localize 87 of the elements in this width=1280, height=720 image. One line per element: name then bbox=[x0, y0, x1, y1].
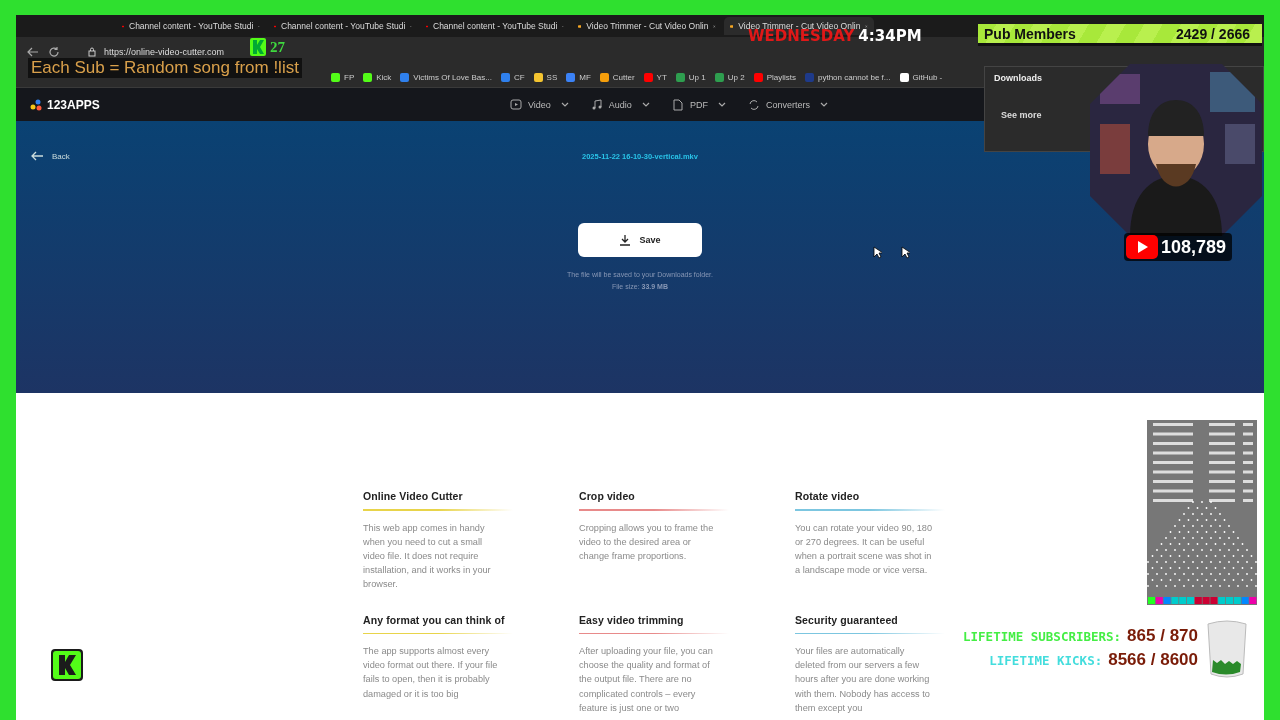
favicon-icon bbox=[899, 72, 909, 82]
favicon-icon bbox=[714, 72, 724, 82]
kick-count: 27 bbox=[270, 38, 285, 56]
bookmark[interactable]: Up 1 bbox=[675, 72, 706, 82]
bookmark[interactable]: Up 2 bbox=[714, 72, 745, 82]
favicon-icon bbox=[753, 72, 763, 82]
tab-title: Channel content - YouTube Studi bbox=[281, 21, 406, 31]
bookmark[interactable]: Victims Of Love Bas... bbox=[400, 72, 492, 82]
close-icon bbox=[713, 22, 716, 30]
feature-description: Cropping allows you to frame the video to the desired area or change frame proportions. bbox=[579, 521, 715, 563]
favicon-icon bbox=[566, 72, 576, 82]
bookmark[interactable]: YT bbox=[643, 72, 667, 82]
download-icon bbox=[619, 234, 632, 246]
favicon-icon bbox=[500, 72, 510, 82]
bookmark[interactable]: Cutter bbox=[599, 72, 635, 82]
nav-menu[interactable]: PDF bbox=[671, 98, 726, 111]
nav-icon bbox=[590, 98, 603, 111]
favicon-icon bbox=[533, 72, 543, 82]
feature-title: Rotate video bbox=[795, 490, 861, 502]
caret-icon bbox=[560, 101, 569, 108]
feature-description: The app supports almost every video format out there. If your file fails to open, then it is probably damaged or it is too big bbox=[363, 645, 499, 701]
tip-jar-icon bbox=[1205, 620, 1249, 678]
tab-title: Channel content - YouTube Studi bbox=[129, 21, 254, 31]
bookmark[interactable]: MF bbox=[566, 72, 591, 82]
counter-label: LIFETIME SUBSCRIBERS: bbox=[963, 628, 1122, 644]
bookmark[interactable]: SS bbox=[533, 72, 558, 82]
address-bar-url[interactable]: https://online-video-cutter.com bbox=[104, 47, 225, 57]
browser-tab[interactable]: Channel content - YouTube Studi bbox=[420, 17, 570, 35]
bookmark[interactable]: Kick bbox=[363, 72, 392, 82]
nav-icon bbox=[671, 98, 684, 111]
favicon-icon bbox=[599, 72, 609, 82]
overlay-banner: Each Sub = Random song from !list bbox=[28, 58, 302, 78]
caret-icon bbox=[641, 101, 650, 108]
save-button[interactable]: Save bbox=[578, 223, 702, 257]
bookmark[interactable]: Playlists bbox=[753, 72, 796, 82]
caret-icon bbox=[717, 101, 726, 108]
caret-icon bbox=[819, 101, 828, 108]
bookmark[interactable]: GitHub - bbox=[899, 72, 943, 82]
counter-value: 865 / 870 bbox=[1127, 626, 1198, 646]
kick-logo-icon bbox=[250, 38, 266, 56]
site-logo[interactable]: 123APPS bbox=[47, 97, 100, 112]
cursor-icon bbox=[901, 246, 910, 259]
counter-value: 8566 / 8600 bbox=[1108, 650, 1198, 670]
back-link[interactable]: Back bbox=[30, 151, 70, 161]
youtube-logo-icon bbox=[1126, 235, 1158, 259]
browser-tab[interactable]: Channel content - YouTube Studi bbox=[268, 17, 418, 35]
favicon-icon bbox=[363, 72, 373, 82]
feature-description: This web app comes in handy when you need to cut a small video file. It does not require installation, and it works in your browser. bbox=[363, 521, 492, 592]
favicon-icon bbox=[675, 72, 685, 82]
back-arrow-icon bbox=[26, 46, 40, 58]
lock-icon bbox=[88, 47, 96, 57]
bookmark[interactable]: FP bbox=[331, 72, 355, 82]
feature-description: After uploading your file, you can choose the quality and format of the output file. There are no complicated controls – every feature is just one or two bbox=[579, 645, 714, 715]
back-arrow-icon bbox=[30, 151, 44, 161]
subscriber-count: 108,789 bbox=[1161, 236, 1227, 258]
feature-title: Online Video Cutter bbox=[363, 490, 464, 502]
browser-tab[interactable]: Channel content - YouTube Studi bbox=[116, 17, 266, 35]
nav-menu[interactable]: Video bbox=[510, 98, 569, 111]
feature-title: Security guaranteed bbox=[795, 613, 899, 626]
favicon-icon bbox=[805, 72, 814, 82]
nav-icon bbox=[747, 98, 760, 111]
see-more-link[interactable]: See more bbox=[1001, 110, 1042, 120]
logo-icon bbox=[30, 98, 42, 111]
close-icon bbox=[865, 22, 868, 30]
reload-icon bbox=[48, 46, 60, 58]
bookmark[interactable]: CF bbox=[500, 72, 525, 82]
tab-title: Channel content - YouTube Studi bbox=[433, 21, 558, 31]
favicon-icon bbox=[331, 72, 340, 82]
browser-tab[interactable]: Video Trimmer - Cut Video Onlin bbox=[572, 17, 722, 35]
nav-icon bbox=[510, 98, 522, 111]
feature-description: You can rotate your video 90, 180 or 270 degrees. It can be useful when a portrait scene was shot in a landscape mode or vice versa. bbox=[795, 521, 934, 578]
members-label: Pub Members bbox=[984, 25, 1076, 42]
panel-title: Downloads bbox=[994, 73, 1042, 83]
feature-title: Any format you can think of bbox=[363, 613, 506, 626]
nav-menu[interactable]: Audio bbox=[590, 98, 650, 111]
cursor-icon bbox=[873, 246, 882, 259]
tab-title: Video Trimmer - Cut Video Onlin bbox=[586, 21, 709, 31]
feature-title: Easy video trimming bbox=[579, 613, 685, 626]
counter-label: LIFETIME KICKS: bbox=[989, 652, 1103, 668]
feature-description: Your files are automatically deleted from our servers a few hours after you are done working with them. Nobody has access to them except you bbox=[795, 645, 931, 715]
favicon-icon bbox=[643, 72, 653, 82]
feature-title: Crop video bbox=[579, 490, 636, 502]
bookmark[interactable]: python cannot be f... bbox=[805, 72, 891, 82]
kick-logo-icon bbox=[50, 648, 84, 682]
favicon-icon bbox=[400, 72, 410, 82]
nav-menu[interactable]: Converters bbox=[747, 98, 828, 111]
members-count: 2429 / 2666 bbox=[1176, 25, 1250, 42]
